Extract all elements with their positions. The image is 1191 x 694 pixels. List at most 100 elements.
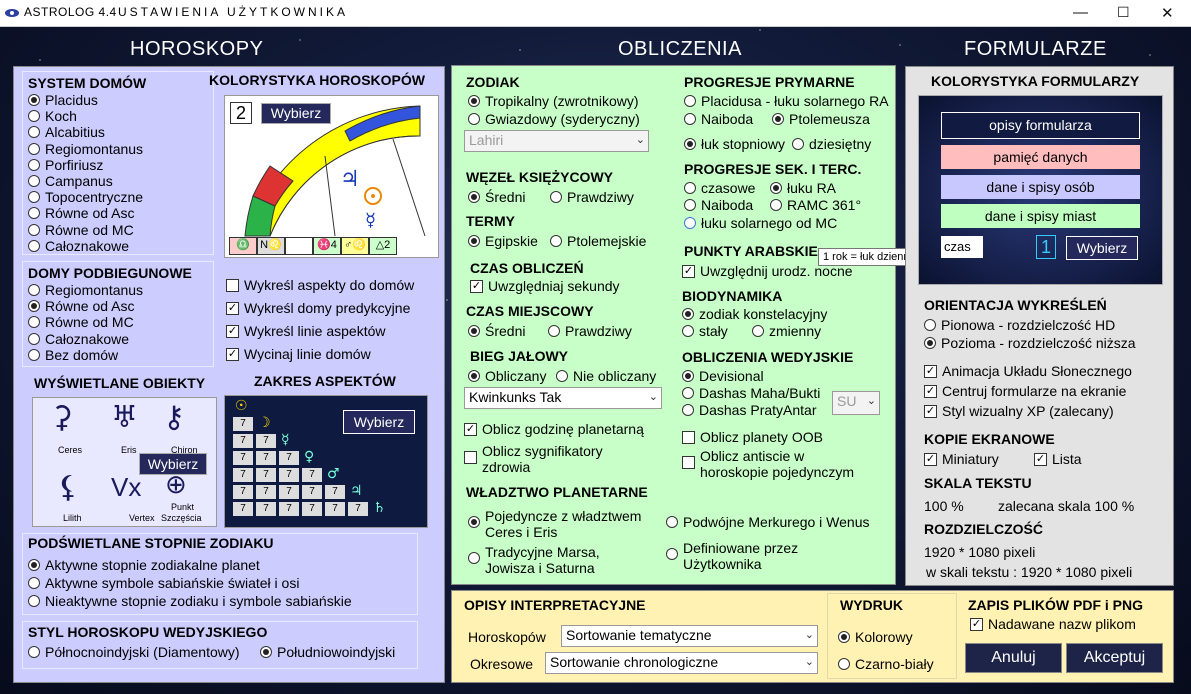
czas-field[interactable]: czas bbox=[941, 236, 983, 258]
nazwy-plikow-checkbox[interactable]: ✓ Nadawane nazw plikom bbox=[970, 616, 1136, 632]
wykresl-checkbox[interactable]: ✓ Wykreśl domy predykcyjne bbox=[226, 300, 410, 316]
close-icon[interactable]: ✕ bbox=[1161, 4, 1174, 22]
okresowe-select[interactable]: Sortowanie chronologiczne ⌄ bbox=[545, 652, 818, 674]
bieg-nie-obliczany[interactable]: Nie obliczany bbox=[556, 368, 656, 384]
system-domow-option[interactable]: Porfiriusz bbox=[28, 157, 103, 173]
wykresl-checkbox[interactable]: Wykreśl aspekty do domów bbox=[226, 277, 414, 293]
podswietlane-option[interactable]: Aktywne symbole sabiańskie świateł i osi bbox=[28, 575, 299, 591]
zakres-wybierz-button[interactable]: Wybierz bbox=[343, 410, 415, 434]
form-btn-osoby[interactable]: dane i spisy osób bbox=[941, 175, 1140, 199]
wed-devisional[interactable]: Devisional bbox=[682, 368, 764, 384]
domy-podbiegunowe-option[interactable]: Regiomontanus bbox=[28, 282, 143, 298]
bio-staly[interactable]: stały bbox=[682, 323, 728, 339]
maximize-icon[interactable]: ☐ bbox=[1117, 4, 1130, 21]
system-domow-option[interactable]: Regiomontanus bbox=[28, 141, 143, 157]
system-domow-option[interactable]: Równe od Asc bbox=[28, 205, 135, 221]
kwinkunks-select[interactable]: Kwinkunks Tak ⌄ bbox=[464, 387, 662, 409]
bio-zmienny[interactable]: zmienny bbox=[752, 323, 821, 339]
prym-dziesietny[interactable]: dziesiętny bbox=[792, 136, 871, 152]
wladztwo-pojedyncze[interactable]: Pojedyncze z władztwem Ceres i Eris bbox=[468, 508, 658, 540]
radio-icon bbox=[684, 182, 696, 194]
styl-polnocno[interactable]: Północnoindyjski (Diamentowy) bbox=[28, 644, 240, 660]
form-btn-opisy[interactable]: opisy formularza bbox=[941, 112, 1140, 139]
lista-checkbox[interactable]: ✓ Lista bbox=[1034, 451, 1082, 467]
czas-sredni[interactable]: Średni bbox=[468, 323, 525, 339]
wladztwo-definiowane[interactable]: Definiowane przez Użytkownika bbox=[666, 540, 816, 572]
antiscie-checkbox[interactable]: Oblicz antiscie w horoskopie pojedynczym bbox=[682, 448, 872, 480]
system-domow-option[interactable]: Całoznakowe bbox=[28, 238, 129, 254]
bio-konstelacyjny[interactable]: zodiak konstelacyjny bbox=[682, 306, 827, 322]
wykresl-checkbox[interactable]: ✓ Wycinaj linie domów bbox=[226, 346, 371, 362]
radio-icon bbox=[770, 182, 782, 194]
form-btn-pamiec[interactable]: pamięć danych bbox=[941, 145, 1140, 169]
styl-poludniowo[interactable]: Południowoindyjski bbox=[260, 644, 395, 660]
zodiak-tropikalny[interactable]: Tropikalny (zwrotnikowy) bbox=[468, 93, 639, 109]
animacja-checkbox[interactable]: ✓ Animacja Układu Słonecznego bbox=[924, 363, 1132, 379]
wed-pratyantar[interactable]: Dashas PratyAntar bbox=[682, 402, 817, 418]
obiekty-preview[interactable]: ⚳ ♅ ⚷ Ceres Eris Chiron Wybierz ⚸ Vx ⊕ L… bbox=[32, 397, 217, 527]
form-btn-miasta[interactable]: dane i spisy miast bbox=[941, 204, 1140, 228]
sek-luku-solarnego[interactable]: łuku solarnego od MC bbox=[684, 215, 837, 231]
zakres-preview[interactable]: ☉ ☽ 7 ☿ 7 7 ♀ 7 7 7 ♂ 7 7 7 7 ♃ 7 7 7 7 7 ♄ 7 7 7 7 7 7 Wybierz bbox=[224, 395, 428, 528]
prym-luk-stopniowy[interactable]: łuk stopniowy bbox=[684, 136, 785, 152]
wydruk-czarno[interactable]: Czarno-biały bbox=[838, 656, 934, 672]
orient-pionowa[interactable]: Pionowa - rozdzielczość HD bbox=[924, 317, 1115, 333]
sygnifikatory-checkbox[interactable]: Oblicz sygnifikatory zdrowia bbox=[464, 443, 644, 475]
termy-ptolemejskie[interactable]: Ptolemejskie bbox=[550, 233, 646, 249]
system-domow-option[interactable]: Koch bbox=[28, 108, 77, 124]
domy-podbiegunowe-option[interactable]: Równe od MC bbox=[28, 314, 134, 330]
termy-egipskie[interactable]: Egipskie bbox=[468, 233, 538, 249]
radio-icon bbox=[548, 325, 560, 337]
ayanamsa-select[interactable]: Lahiri ⌄ bbox=[464, 130, 649, 152]
system-domow-option[interactable]: Topocentryczne bbox=[28, 189, 143, 205]
chevron-down-icon: ⌄ bbox=[804, 629, 814, 641]
oob-checkbox[interactable]: Oblicz planety OOB bbox=[682, 429, 823, 445]
form-wybierz-button[interactable]: Wybierz bbox=[1066, 236, 1138, 260]
su-select[interactable]: SU ⌄ bbox=[832, 391, 880, 415]
wladztwo-podwojne[interactable]: Podwójne Merkurego i Wenus bbox=[666, 514, 870, 530]
godzina-planetarna-checkbox[interactable]: ✓ Oblicz godzinę planetarną bbox=[464, 421, 644, 437]
wezel-prawdziwy[interactable]: Prawdziwy bbox=[550, 189, 634, 205]
styl-xp-checkbox[interactable]: ✓ Styl wizualny XP (zalecany) bbox=[924, 403, 1114, 419]
wezel-title: WĘZEŁ KSIĘŻYCOWY bbox=[466, 169, 613, 185]
radio-icon bbox=[682, 308, 694, 320]
prym-ptolemeusza[interactable]: Ptolemeusza bbox=[772, 111, 870, 127]
cancel-button[interactable]: Anuluj bbox=[965, 643, 1062, 673]
miniatury-checkbox[interactable]: ✓ Miniatury bbox=[924, 451, 999, 467]
prym-naiboda[interactable]: Naiboda bbox=[684, 111, 753, 127]
opisy-title: OPISY INTERPRETACYJNE bbox=[464, 597, 646, 613]
wed-maha[interactable]: Dashas Maha/Bukti bbox=[682, 385, 820, 401]
planet-glyph-icon: ☉ bbox=[235, 398, 248, 414]
prym-placidus[interactable]: Placidusa - łuku solarnego RA bbox=[684, 93, 889, 109]
podswietlane-option[interactable]: Aktywne stopnie zodiakalne planet bbox=[28, 557, 260, 573]
centruj-checkbox[interactable]: ✓ Centruj formularze na ekranie bbox=[924, 383, 1126, 399]
zodiak-gwiazdowy[interactable]: Gwiazdowy (syderyczny) bbox=[468, 111, 640, 127]
wykresl-checkbox[interactable]: ✓ Wykreśl linie aspektów bbox=[226, 323, 385, 339]
wydruk-kolorowy[interactable]: Kolorowy bbox=[838, 629, 913, 645]
accept-button[interactable]: Akceptuj bbox=[1066, 643, 1163, 673]
wezel-sredni[interactable]: Średni bbox=[468, 189, 525, 205]
domy-podbiegunowe-option[interactable]: Bez domów bbox=[28, 347, 118, 363]
system-domow-option[interactable]: Campanus bbox=[28, 173, 113, 189]
domy-podbiegunowe-option[interactable]: Równe od Asc bbox=[28, 298, 135, 314]
sek-czasowe[interactable]: czasowe bbox=[684, 180, 755, 196]
system-domow-option[interactable]: Równe od MC bbox=[28, 222, 134, 238]
wladztwo-tradycyjne[interactable]: Tradycyjne Marsa, Jowisza i Saturna bbox=[468, 544, 638, 576]
sekundy-checkbox[interactable]: ✓ Uwzględniaj sekundy bbox=[470, 278, 620, 294]
podswietlane-option[interactable]: Nieaktywne stopnie zodiaku i symbole sab… bbox=[28, 593, 352, 609]
bieg-obliczany[interactable]: Obliczany bbox=[468, 368, 546, 384]
chart-preview[interactable]: 2 Wybierz ♃ ☿ ♎ N♌ ♓4 ♂♌ △2 bbox=[224, 95, 439, 258]
sek-naiboda[interactable]: Naiboda bbox=[684, 197, 753, 213]
system-domow-option[interactable]: Alcabitius bbox=[28, 124, 105, 140]
horoskopow-select[interactable]: Sortowanie tematyczne ⌄ bbox=[561, 625, 818, 647]
czas-prawdziwy[interactable]: Prawdziwy bbox=[548, 323, 632, 339]
minimize-icon[interactable]: — bbox=[1073, 4, 1088, 21]
orient-pozioma[interactable]: Pozioma - rozdzielczość niższa bbox=[924, 335, 1136, 351]
sek-luku-ra[interactable]: łuku RA bbox=[770, 180, 836, 196]
radio-icon bbox=[752, 325, 764, 337]
aspect-cell: 7 bbox=[302, 468, 322, 482]
system-domow-option[interactable]: Placidus bbox=[28, 92, 98, 108]
domy-podbiegunowe-option[interactable]: Całoznakowe bbox=[28, 331, 129, 347]
sek-ramc[interactable]: RAMC 361° bbox=[770, 197, 861, 213]
form-color-number: 1 bbox=[1036, 235, 1056, 259]
